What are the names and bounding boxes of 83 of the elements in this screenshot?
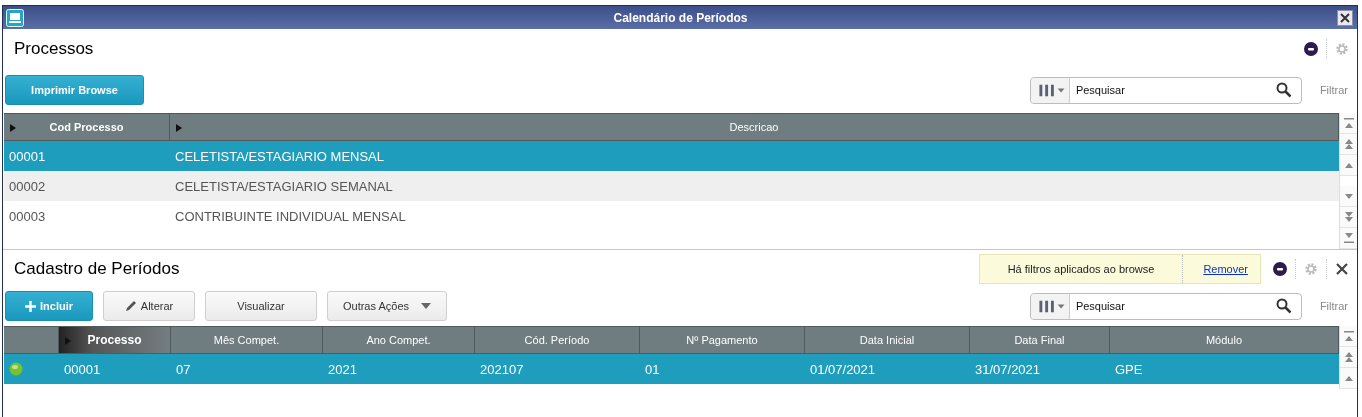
header-label: Ano Compet. [366, 334, 431, 346]
filter-link[interactable]: Filtrar [1319, 300, 1348, 312]
scroll-top-button[interactable] [1340, 113, 1357, 134]
search-bar[interactable]: Pesquisar [1029, 76, 1302, 104]
header-label: Mês Compet. [213, 334, 280, 346]
search-bar[interactable]: Pesquisar [1029, 292, 1302, 320]
column-header[interactable]: Processo [59, 326, 171, 354]
settings-icon[interactable] [1335, 42, 1349, 56]
scroll-up-button[interactable] [1340, 368, 1357, 389]
table-cell-text: 07 [175, 360, 192, 379]
minimize-icon[interactable] [1304, 42, 1318, 56]
table-cell-text: CELETISTA/ESTAGIARIO SEMANAL [174, 177, 394, 196]
scroll-down-icon [1344, 193, 1353, 199]
column-header[interactable]: Data Inicial [805, 326, 970, 354]
page-down-button[interactable] [1340, 207, 1357, 228]
scroll-bottom-button[interactable] [1340, 228, 1357, 249]
scroll-bottom-icon [1343, 233, 1354, 243]
minimize-icon[interactable] [1273, 262, 1287, 276]
header-label: Cod Processo [49, 121, 124, 133]
table-cell-text: 00003 [8, 207, 47, 226]
plus-icon [25, 300, 36, 312]
page-up-button[interactable] [1340, 347, 1357, 368]
column-header[interactable]: Data Final [970, 326, 1110, 354]
header-label: Processo [87, 333, 142, 347]
column-header[interactable]: Ano Compet. [323, 326, 475, 354]
column-header[interactable]: Módulo [1110, 326, 1339, 354]
search-icon[interactable] [1275, 298, 1292, 314]
scroll-up-button[interactable] [1340, 155, 1357, 176]
table-cell-text: 31/07/2021 [974, 360, 1042, 379]
remove-link[interactable]: Remover [1183, 255, 1260, 283]
scroll-top-icon [1343, 331, 1354, 341]
header-label: Cód. Período [524, 334, 590, 346]
pencil-icon [124, 300, 137, 312]
column-header[interactable]: Descricao [170, 113, 1339, 141]
scroll-up-icon [1344, 375, 1353, 381]
table-cell-text: CONTRIBUINTE INDIVIDUAL MENSAL [174, 207, 407, 226]
column-header[interactable]: Cod Processo [4, 113, 170, 141]
window-icon [6, 8, 24, 27]
notice-text: Há filtros aplicados ao browse [979, 255, 1184, 283]
section-title: Cadastro de Períodos [14, 259, 180, 279]
column-header[interactable]: Cód. Período [475, 326, 640, 354]
table-cell-text: CELETISTA/ESTAGIARIO MENSAL [174, 147, 385, 166]
table-cell-text: 01 [644, 360, 661, 379]
page-up-icon [1344, 352, 1353, 362]
page-down-icon [1344, 212, 1353, 222]
caret-icon [421, 303, 431, 309]
scroll-up-icon [1344, 162, 1353, 168]
action-button[interactable]: Visualizar [205, 291, 317, 321]
table-cell-text: 00002 [8, 177, 47, 196]
settings-icon[interactable] [1304, 262, 1318, 276]
column-header[interactable]: Mês Compet. [171, 326, 323, 354]
columns-icon[interactable] [1030, 293, 1070, 319]
scroll-top-icon [1343, 118, 1354, 128]
scroll-top-button[interactable] [1340, 326, 1357, 347]
column-header[interactable]: Nº Pagamento [640, 326, 805, 354]
table-cell-text: GPE [1114, 360, 1144, 379]
scroll-down-button[interactable] [1340, 186, 1357, 207]
page-up-button[interactable] [1340, 134, 1357, 155]
table-row[interactable]: 00001 07 2021 202107 01 01/07/2021 31/07/2021 GPE [4, 354, 1339, 384]
header-label: Descricao [729, 121, 779, 133]
header-label: Módulo [1205, 334, 1243, 346]
table-cell-text: 202107 [479, 360, 525, 379]
menu-button[interactable]: Outras Ações [327, 291, 447, 321]
columns-icon[interactable] [1030, 77, 1070, 103]
section-title: Processos [14, 39, 94, 59]
action-button[interactable]: Incluir [5, 291, 93, 321]
table-cell-text: 01/07/2021 [809, 360, 877, 379]
header-label: Data Inicial [859, 334, 915, 346]
page-up-icon [1344, 139, 1353, 149]
table-row[interactable]: 00001 CELETISTA/ESTAGIARIO MENSAL [4, 141, 1339, 171]
header-label: Data Final [1014, 334, 1065, 346]
action-button[interactable]: Alterar [103, 291, 195, 321]
search-icon[interactable] [1275, 82, 1292, 98]
close-icon[interactable] [1335, 262, 1349, 276]
table-cell-text: 00001 [63, 360, 102, 379]
close-icon[interactable] [1337, 9, 1353, 26]
table-cell-text: 2021 [327, 360, 358, 379]
filter-link[interactable]: Filtrar [1319, 84, 1348, 96]
action-button[interactable]: Imprimir Browse [5, 75, 144, 105]
table-row[interactable]: 00002 CELETISTA/ESTAGIARIO SEMANAL [4, 171, 1339, 201]
table-cell-text: 00001 [8, 147, 47, 166]
window-title: Calendário de Períodos [613, 10, 748, 25]
header-label: Nº Pagamento [686, 334, 758, 346]
